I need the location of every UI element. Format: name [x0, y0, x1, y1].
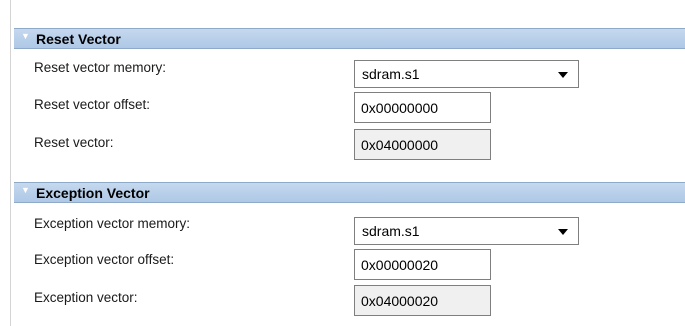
reset-vector-offset-label: Reset vector offset:: [34, 97, 151, 112]
reset-vector-memory-label: Reset vector memory:: [34, 60, 167, 75]
chevron-down-icon[interactable]: [558, 229, 568, 235]
exception-vector-offset-label: Exception vector offset:: [34, 252, 175, 267]
exception-vector-memory-label: Exception vector memory:: [34, 216, 191, 231]
exception-vector-offset-field[interactable]: [354, 249, 491, 280]
section-title: Exception Vector: [36, 185, 150, 201]
exception-vector-memory-select[interactable]: sdram.s1: [354, 217, 579, 245]
reset-vector-section: ▼ Reset Vector Reset vector memory: sdra…: [14, 28, 685, 168]
exception-vector-header[interactable]: ▼ Exception Vector: [14, 182, 685, 203]
exception-vector-section: ▼ Exception Vector Exception vector memo…: [14, 182, 685, 326]
selected-value: sdram.s1: [362, 223, 420, 239]
panel-left-border: [10, 0, 11, 326]
reset-vector-label: Reset vector:: [34, 135, 114, 150]
reset-vector-field: [354, 129, 491, 160]
exception-vector-field: [354, 285, 491, 316]
reset-vector-offset-field[interactable]: [354, 92, 491, 123]
triangle-down-icon[interactable]: ▼: [21, 31, 30, 41]
selected-value: sdram.s1: [362, 66, 420, 82]
exception-vector-label: Exception vector:: [34, 290, 138, 305]
reset-vector-header[interactable]: ▼ Reset Vector: [14, 28, 685, 49]
chevron-down-icon[interactable]: [558, 72, 568, 78]
reset-vector-memory-select[interactable]: sdram.s1: [354, 60, 579, 88]
triangle-down-icon[interactable]: ▼: [21, 185, 30, 195]
section-title: Reset Vector: [36, 31, 121, 47]
vector-settings-panel: ▼ Reset Vector Reset vector memory: sdra…: [0, 0, 685, 326]
